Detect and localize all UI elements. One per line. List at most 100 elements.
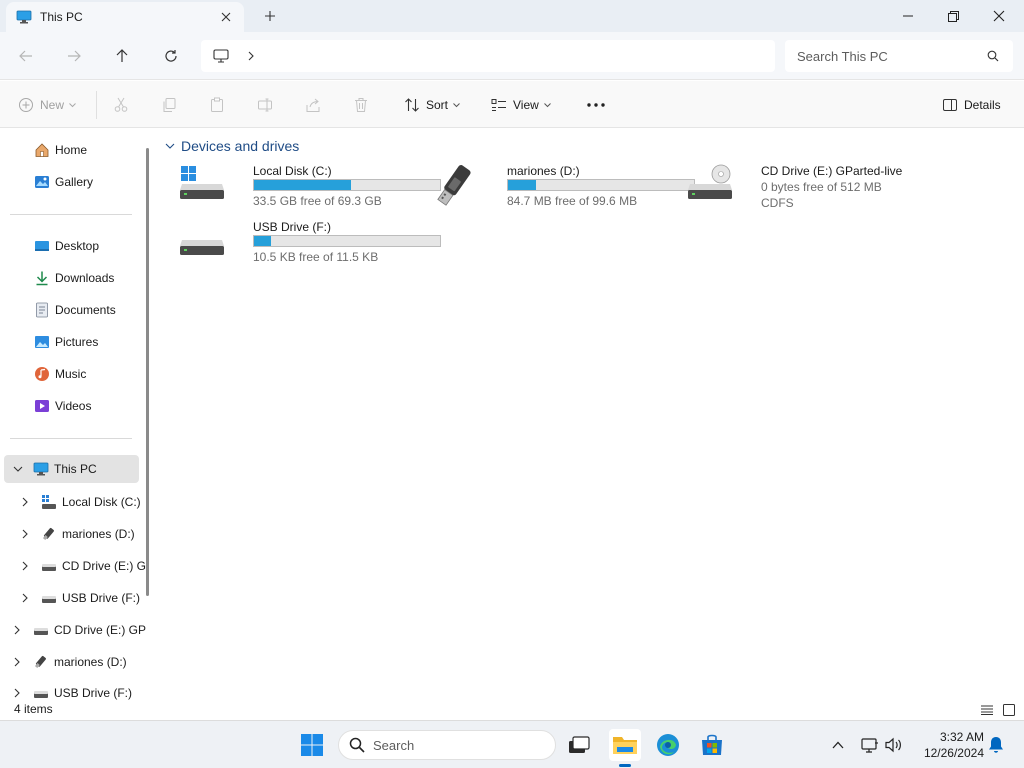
search-box[interactable]: Search This PC: [785, 40, 1013, 72]
this-pc-icon: [33, 461, 49, 477]
sidebar-item-mariones-d[interactable]: mariones (D:): [20, 520, 146, 548]
sidebar-item-usb-drive-f-root[interactable]: USB Drive (F:): [12, 679, 146, 700]
details-view-icon[interactable]: [978, 701, 996, 719]
cd-drive-icon: [41, 558, 57, 574]
paste-button[interactable]: [209, 93, 231, 117]
cd-drive-icon: [33, 622, 49, 638]
details-button[interactable]: Details: [942, 93, 1001, 117]
chevron-right-icon[interactable]: [20, 558, 30, 574]
group-title: Devices and drives: [181, 138, 300, 154]
new-button[interactable]: New: [18, 93, 76, 117]
sidebar-item-documents[interactable]: Documents: [34, 296, 144, 324]
search-icon: [349, 737, 365, 753]
volume-icon[interactable]: [883, 735, 903, 755]
sidebar-item-label: Pictures: [55, 335, 99, 349]
sidebar-item-usb-drive-f[interactable]: USB Drive (F:): [20, 584, 146, 612]
drive-tile-cd-drive-e[interactable]: CD Drive (E:) GParted-live 0 bytes free …: [687, 164, 987, 212]
search-input[interactable]: Search This PC: [797, 49, 987, 64]
address-bar[interactable]: [201, 40, 775, 72]
sidebar-item-cd-drive-e[interactable]: CD Drive (E:) G: [20, 552, 146, 580]
tab-close-icon[interactable]: [214, 5, 238, 29]
copy-button[interactable]: [161, 93, 183, 117]
show-hidden-icons-chevron-up-icon[interactable]: [828, 735, 848, 755]
chevron-right-icon[interactable]: [20, 526, 30, 542]
chevron-right-icon[interactable]: [12, 654, 22, 670]
navigation-pane: Home Gallery Desktop Downloads Documents…: [0, 128, 156, 700]
home-icon: [34, 142, 50, 158]
file-explorer-taskbar-icon[interactable]: [609, 729, 641, 761]
forward-arrow-icon[interactable]: [62, 44, 86, 68]
windows-logo-icon: [301, 734, 323, 756]
breadcrumb-chevron-icon[interactable]: [247, 51, 255, 61]
sidebar-item-home[interactable]: Home: [34, 136, 144, 164]
sort-icon: [405, 98, 419, 112]
more-options-icon[interactable]: [586, 93, 612, 117]
view-button[interactable]: View: [491, 93, 551, 117]
back-arrow-icon[interactable]: [14, 44, 38, 68]
sidebar-item-label: Music: [55, 367, 87, 381]
new-tab-plus-icon[interactable]: [258, 4, 282, 28]
drive-tile-local-disk-c[interactable]: Local Disk (C:) 33.5 GB free of 69.3 GB: [179, 164, 459, 212]
network-icon[interactable]: [860, 735, 880, 755]
chevron-down-icon: [165, 143, 175, 149]
drive-free-space: 84.7 MB free of 99.6 MB: [507, 194, 638, 208]
sidebar-item-videos[interactable]: Videos: [34, 392, 144, 420]
taskbar-clock[interactable]: 3:32 AM 12/26/2024: [908, 729, 984, 761]
copy-icon: [163, 98, 176, 112]
maximize-button[interactable]: [930, 0, 976, 32]
taskbar-search-input[interactable]: Search: [373, 738, 414, 753]
drive-name: mariones (D:): [507, 164, 580, 178]
sidebar-item-label: Documents: [55, 303, 116, 317]
sidebar-item-gallery[interactable]: Gallery: [34, 168, 144, 196]
chevron-right-icon[interactable]: [20, 590, 30, 606]
content-pane: Devices and drives Local Disk (C:) 33.5 …: [157, 128, 1024, 700]
microsoft-store-icon[interactable]: [696, 729, 728, 761]
delete-icon: [355, 98, 367, 112]
sidebar-item-cd-drive-e-root[interactable]: CD Drive (E:) GP: [12, 616, 146, 644]
notification-bell-icon[interactable]: [986, 735, 1006, 755]
minimize-button[interactable]: [885, 0, 931, 32]
close-button[interactable]: [976, 0, 1022, 32]
sidebar-item-label: Home: [55, 143, 88, 157]
chevron-right-icon[interactable]: [20, 494, 30, 510]
share-icon: [306, 98, 320, 112]
rename-button[interactable]: [257, 93, 279, 117]
start-button[interactable]: [296, 729, 328, 761]
drive-usage-fill: [254, 236, 271, 246]
cd-drive-icon: [687, 164, 735, 206]
sidebar-item-downloads[interactable]: Downloads: [34, 264, 144, 292]
taskbar: Search 3:32 AM 12/26/2024: [0, 720, 1024, 768]
edge-browser-icon[interactable]: [652, 729, 684, 761]
sort-button[interactable]: Sort: [404, 93, 460, 117]
search-icon[interactable]: [987, 50, 999, 62]
sidebar-item-this-pc[interactable]: This PC: [4, 455, 139, 483]
large-icons-view-icon[interactable]: [1000, 701, 1018, 719]
sidebar-item-music[interactable]: Music: [34, 360, 144, 388]
refresh-icon[interactable]: [159, 44, 183, 68]
chevron-down-icon[interactable]: [12, 461, 24, 477]
task-view-icon[interactable]: [563, 729, 595, 761]
taskbar-search-box[interactable]: Search: [338, 730, 556, 760]
cut-button[interactable]: [113, 93, 135, 117]
clock-date: 12/26/2024: [923, 746, 984, 760]
chevron-right-icon[interactable]: [12, 685, 22, 700]
up-arrow-icon[interactable]: [110, 44, 134, 68]
tab-this-pc[interactable]: This PC: [6, 2, 244, 32]
sidebar-item-local-disk-c[interactable]: Local Disk (C:): [20, 488, 146, 516]
share-button[interactable]: [305, 93, 327, 117]
tab-title: This PC: [40, 10, 83, 24]
sidebar-scrollbar[interactable]: [146, 148, 149, 596]
pictures-icon: [34, 334, 50, 350]
chevron-right-icon[interactable]: [12, 622, 22, 638]
drive-tile-mariones-d[interactable]: mariones (D:) 84.7 MB free of 99.6 MB: [433, 164, 713, 212]
sidebar-item-mariones-d-root[interactable]: mariones (D:): [12, 648, 146, 676]
sidebar-item-desktop[interactable]: Desktop: [34, 232, 144, 260]
delete-button[interactable]: [353, 93, 375, 117]
status-bar: 4 items: [0, 700, 1024, 720]
local-disk-icon: [41, 494, 57, 510]
sort-chevron-down-icon: [453, 102, 460, 107]
sidebar-item-pictures[interactable]: Pictures: [34, 328, 144, 356]
group-header-devices-and-drives[interactable]: Devices and drives: [165, 138, 299, 154]
drive-usage-fill: [508, 180, 536, 190]
drive-tile-usb-drive-f[interactable]: USB Drive (F:) 10.5 KB free of 11.5 KB: [179, 220, 459, 268]
